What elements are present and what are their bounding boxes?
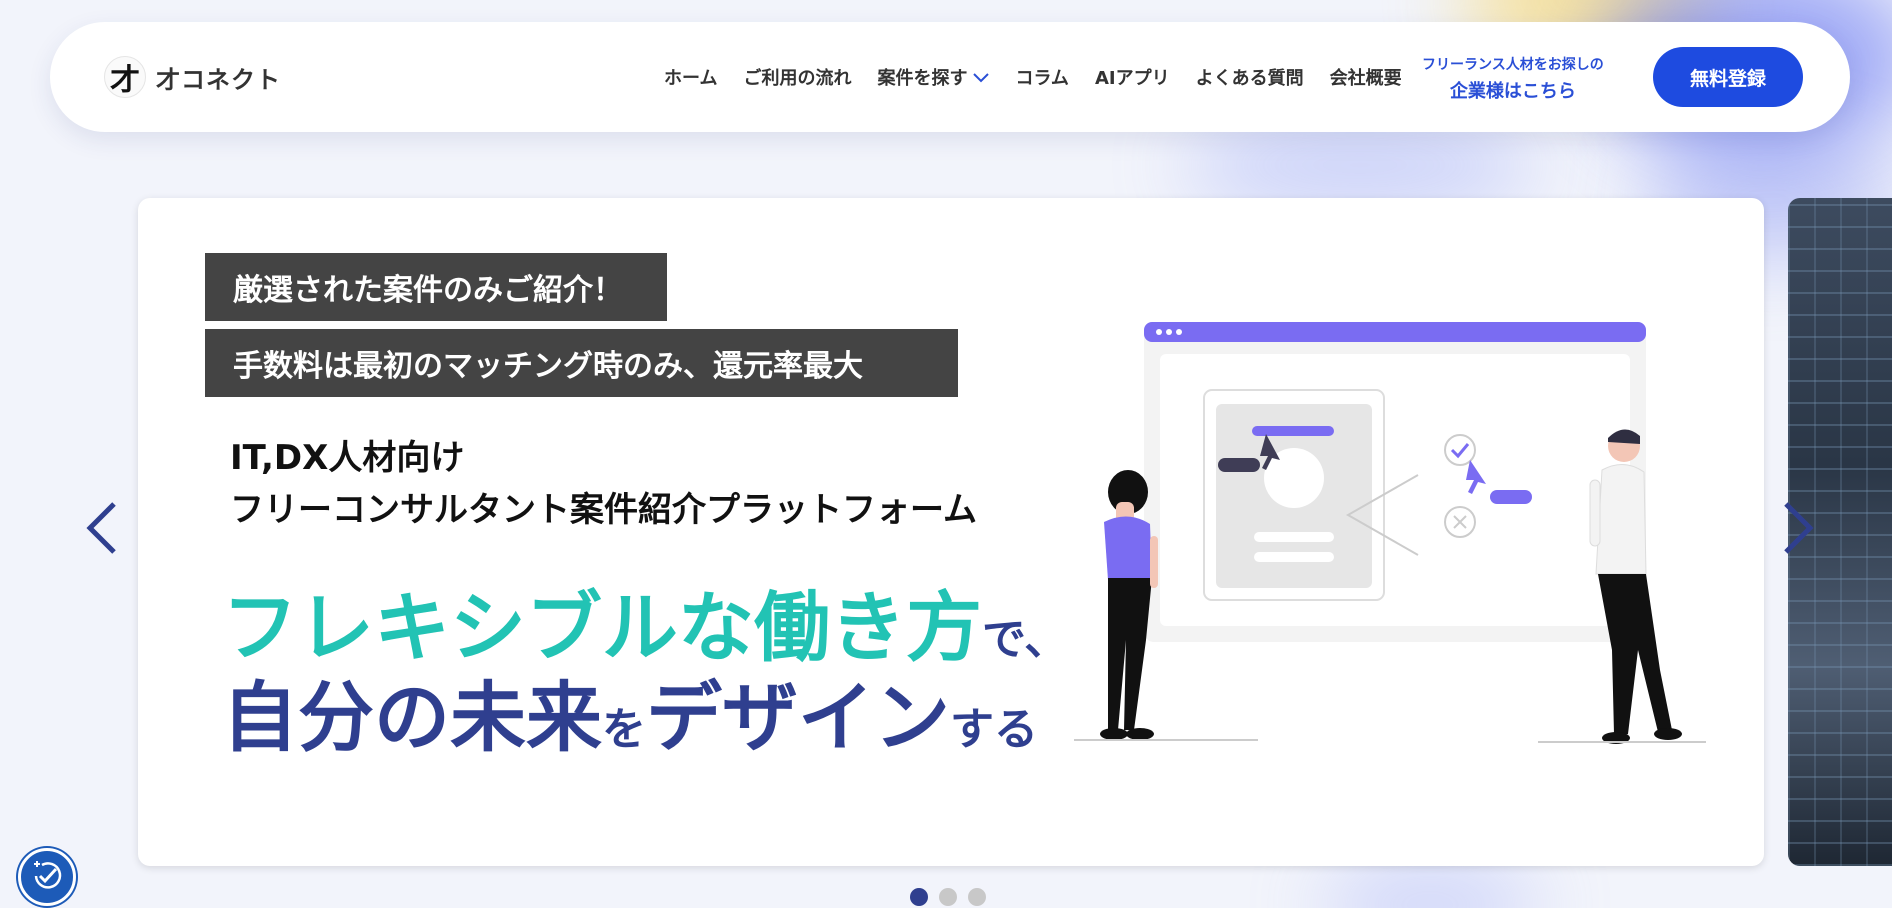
hero-subtitle-platform: フリーコンサルタント案件紹介プラットフォーム xyxy=(230,490,977,530)
hero-headline-suru: する xyxy=(950,704,1038,755)
man-figure xyxy=(1589,429,1682,744)
hero-headline-design: デザイン xyxy=(646,673,950,762)
hero-headline-wo: を xyxy=(602,704,646,755)
nav-item-search-projects-label: 案件を探す xyxy=(877,68,968,89)
business-link-line1: フリーランス人材をお探しの xyxy=(1422,57,1604,73)
slider-dot-1[interactable] xyxy=(910,888,928,906)
chevron-down-icon xyxy=(973,68,990,87)
nav-item-faq[interactable]: よくある質問 xyxy=(1196,64,1304,90)
nav-item-flow[interactable]: ご利用の流れ xyxy=(743,64,851,90)
hero-tag-selected: 厳選された案件のみご紹介！ xyxy=(205,253,667,321)
business-link[interactable]: フリーランス人材をお探しの 企業様はこちら xyxy=(1422,54,1604,103)
chevron-left-icon xyxy=(84,500,118,560)
nav-item-ai-app[interactable]: AIアプリ xyxy=(1095,64,1170,90)
accessibility-button[interactable] xyxy=(18,848,76,906)
slider-pagination xyxy=(910,888,997,906)
browser-bar xyxy=(1144,322,1646,342)
check-icon xyxy=(1444,434,1476,466)
slider-prev-button[interactable] xyxy=(76,490,126,570)
hero-headline-line2: 自分の未来をデザインする xyxy=(222,656,1038,766)
logo-text: 才コネクト xyxy=(156,65,281,94)
slider-dot-3[interactable] xyxy=(968,888,986,906)
slider-dot-2[interactable] xyxy=(939,888,957,906)
matching-illustration xyxy=(1074,322,1706,744)
profile-line xyxy=(1254,532,1334,542)
profile-line xyxy=(1254,552,1334,562)
site-header: 才 才コネクト ホーム ご利用の流れ 案件を探す コラム AIアプリ よくある質… xyxy=(50,22,1850,132)
hero-slide: 厳選された案件のみご紹介！ 手数料は最初のマッチング時のみ、還元率最大 IT,D… xyxy=(138,198,1764,866)
hero-headline-future: 自分の未来 xyxy=(222,673,602,762)
hero-tag-fee: 手数料は最初のマッチング時のみ、還元率最大 xyxy=(205,329,958,397)
label-chip xyxy=(1218,458,1260,472)
site-logo[interactable]: 才 才コネクト xyxy=(104,56,281,98)
nav-item-column[interactable]: コラム xyxy=(1015,64,1068,90)
browser-dot xyxy=(1176,329,1182,335)
nav-item-home[interactable]: ホーム xyxy=(664,64,717,90)
main-nav: ホーム ご利用の流れ 案件を探す コラム AIアプリ よくある質問 会社概要 xyxy=(664,22,1428,132)
business-link-line2: 企業様はこちら xyxy=(1449,81,1576,102)
hero-subtitle-target: IT,DX人材向け xyxy=(230,438,465,478)
accessibility-check-icon xyxy=(28,856,66,898)
browser-dot xyxy=(1156,329,1162,335)
nav-item-search-projects[interactable]: 案件を探す xyxy=(877,64,990,90)
nav-item-company[interactable]: 会社概要 xyxy=(1330,64,1402,90)
slider-next-button[interactable] xyxy=(1774,490,1824,570)
profile-highlight xyxy=(1252,426,1334,436)
chevron-right-icon xyxy=(1782,500,1816,560)
free-register-button[interactable]: 無料登録 xyxy=(1653,47,1803,107)
logo-mark-icon: 才 xyxy=(104,56,146,98)
label-chip xyxy=(1490,490,1532,504)
browser-dot xyxy=(1166,329,1172,335)
